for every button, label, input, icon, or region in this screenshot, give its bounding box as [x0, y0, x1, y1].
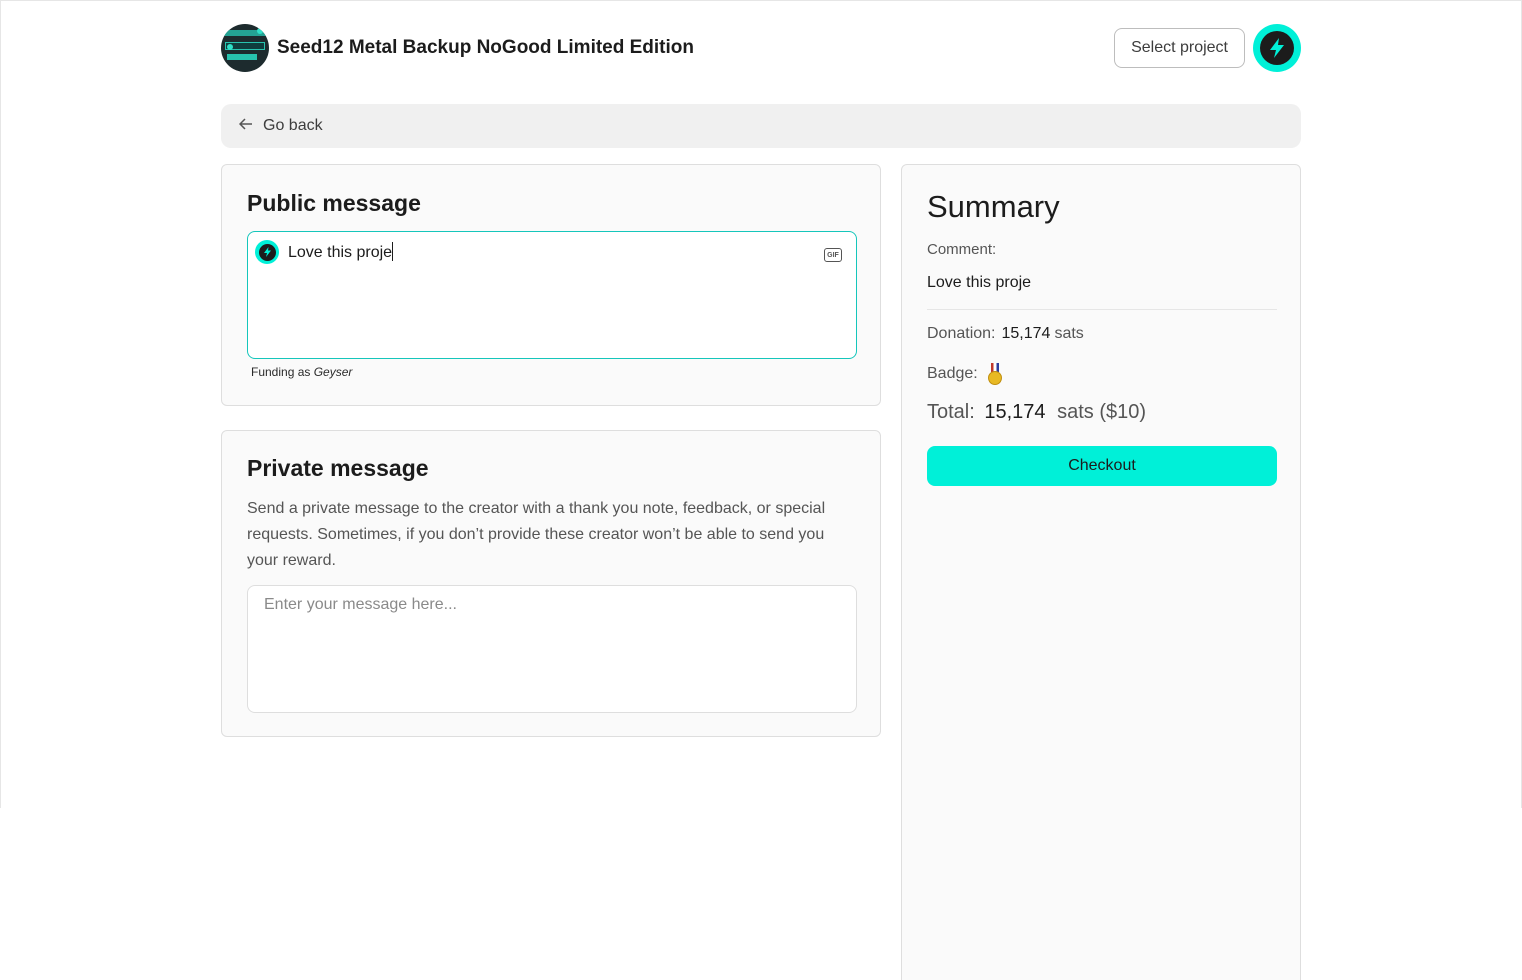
select-project-button[interactable]: Select project — [1114, 28, 1245, 68]
private-message-input[interactable] — [247, 585, 857, 713]
funding-as-note: Funding as Geyser — [251, 365, 352, 379]
total-amount: 15,174 — [984, 401, 1046, 423]
text-caret — [392, 242, 394, 261]
arrow-left-icon — [238, 118, 253, 134]
summary-card: Summary Comment: Love this proje Donatio… — [901, 164, 1301, 980]
donation-unit: sats — [1054, 325, 1084, 342]
project-avatar[interactable] — [221, 24, 269, 72]
summary-title: Summary — [927, 189, 1060, 224]
donation-label: Donation: — [927, 325, 996, 342]
donation-amount: 15,174 — [1001, 325, 1051, 342]
private-message-card: Private message Send a private message t… — [221, 430, 881, 737]
go-back-label: Go back — [263, 117, 323, 134]
top-header: Seed12 Metal Backup NoGood Limited Editi… — [221, 24, 1301, 72]
total-usd: ($10) — [1099, 401, 1147, 423]
lightning-icon — [1270, 38, 1284, 58]
medal-icon — [987, 363, 1002, 385]
total-label: Total: — [927, 401, 975, 423]
public-message-text: Love this proje — [288, 244, 393, 261]
public-message-title: Public message — [247, 190, 421, 216]
gif-icon[interactable]: GIF — [824, 248, 842, 262]
comment-label: Comment: — [927, 241, 997, 258]
total-unit: sats — [1057, 401, 1094, 423]
private-message-title: Private message — [247, 455, 429, 481]
user-avatar[interactable] — [1253, 24, 1301, 72]
project-title: Seed12 Metal Backup NoGood Limited Editi… — [277, 37, 694, 58]
total-row: Total: 15,174 sats ($10) — [927, 401, 1146, 424]
badge-label: Badge: — [927, 365, 978, 382]
public-message-input[interactable]: Love this proje GIF — [247, 231, 857, 359]
checkout-button[interactable]: Checkout — [927, 446, 1277, 486]
comment-value: Love this proje — [927, 274, 1032, 291]
lightning-icon — [263, 247, 271, 257]
go-back-button[interactable]: Go back — [221, 104, 1301, 148]
donation-row: Donation: 15,174 sats — [927, 325, 1084, 343]
funder-avatar — [255, 240, 279, 264]
badge-row: Badge: — [927, 363, 1002, 385]
public-message-card: Public message Love this proje GIF Fundi… — [221, 164, 881, 406]
private-message-description: Send a private message to the creator wi… — [247, 500, 826, 569]
funding-as-prefix: Funding as — [251, 365, 311, 379]
funding-as-name: Geyser — [313, 365, 353, 379]
summary-divider — [927, 309, 1277, 310]
